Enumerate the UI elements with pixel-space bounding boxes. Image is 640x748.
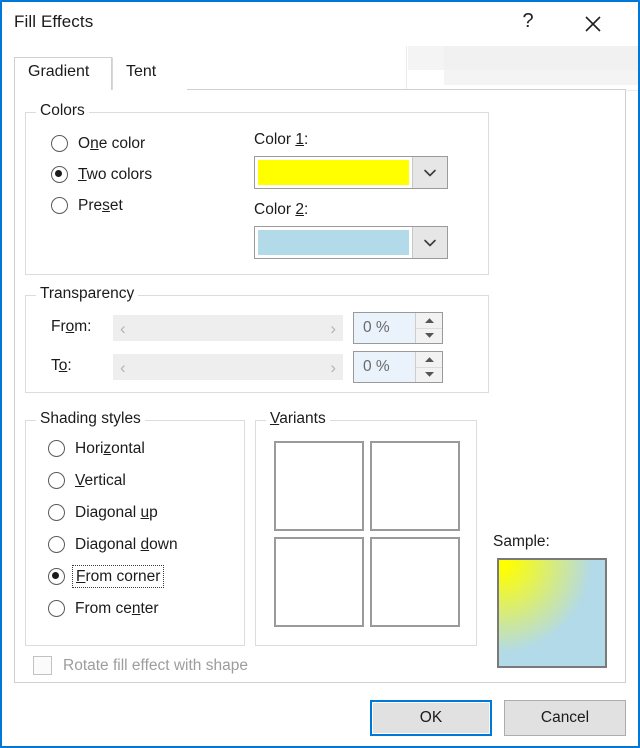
radio-preset[interactable]: Preset — [51, 197, 123, 214]
radio-preset-mark — [51, 197, 68, 214]
radio-horizontal-mark — [48, 440, 65, 457]
chevron-left-icon: ‹ — [120, 318, 126, 338]
radio-diagonal-down-label: Diagonal down — [75, 536, 178, 553]
radio-vertical-mark — [48, 472, 65, 489]
radio-one-color-label: One color — [78, 135, 146, 152]
radio-from-corner-label: From corner — [71, 565, 165, 588]
tab-gradient[interactable]: Gradient — [14, 57, 112, 90]
radio-one-color[interactable]: One color — [51, 135, 145, 152]
rotate-fill-checkbox-row: Rotate fill effect with shape — [33, 656, 248, 675]
variant-bottom-right[interactable] — [370, 537, 460, 627]
fill-effects-dialog: Fill Effects ? Gradient Tent Colors One … — [0, 0, 640, 748]
triangle-up-icon — [424, 356, 434, 362]
variants-group: Variants — [255, 410, 477, 646]
radio-vertical[interactable]: Vertical — [48, 472, 126, 489]
radio-two-colors[interactable]: Two colors — [51, 166, 152, 183]
transparency-from-slider[interactable]: ‹ › — [113, 315, 343, 341]
chevron-down-icon — [424, 239, 436, 246]
shading-styles-group: Shading styles Horizontal Vertical Diago… — [25, 410, 245, 646]
spin-up-button[interactable] — [416, 313, 442, 329]
close-icon — [585, 16, 601, 32]
radio-diagonal-up[interactable]: Diagonal up — [48, 504, 158, 521]
radio-vertical-label: Vertical — [75, 472, 126, 489]
window-title: Fill Effects — [14, 12, 94, 31]
spin-down-button[interactable] — [416, 368, 442, 383]
cancel-button[interactable]: Cancel — [504, 700, 626, 736]
colors-group: Colors One color Two colors Preset Color… — [25, 102, 489, 275]
rotate-fill-label: Rotate fill effect with shape — [63, 656, 248, 674]
transparency-to-spin-buttons[interactable] — [415, 352, 442, 382]
transparency-from-spinbox[interactable]: 0 % — [353, 312, 443, 344]
color2-label: Color 2: — [254, 201, 309, 218]
transparency-from-value: 0 % — [363, 319, 390, 336]
tab-tent[interactable]: Tent — [112, 57, 187, 90]
title-bar: Fill Effects ? — [2, 2, 638, 46]
spin-up-button[interactable] — [416, 352, 442, 368]
color1-label: Color 1: — [254, 131, 309, 148]
close-button[interactable] — [571, 2, 615, 46]
radio-from-corner[interactable]: From corner — [48, 565, 165, 588]
transparency-to-value: 0 % — [363, 358, 390, 375]
radio-from-center-label: From center — [75, 600, 159, 617]
gradient-tab-panel: Colors One color Two colors Preset Color… — [14, 89, 626, 683]
rotate-fill-checkbox — [33, 656, 52, 675]
radio-diagonal-up-label: Diagonal up — [75, 504, 158, 521]
tab-strip: Gradient Tent — [14, 57, 626, 90]
sample-label: Sample: — [493, 533, 550, 550]
color2-dropdown-arrow[interactable] — [412, 227, 447, 258]
radio-diagonal-down-mark — [48, 536, 65, 553]
transparency-from-spin-buttons[interactable] — [415, 313, 442, 343]
radio-diagonal-down[interactable]: Diagonal down — [48, 536, 178, 553]
radio-preset-label: Preset — [78, 197, 123, 214]
triangle-down-icon — [424, 372, 434, 378]
transparency-to-slider[interactable]: ‹ › — [113, 354, 343, 380]
chevron-down-icon — [424, 169, 436, 176]
color1-combobox[interactable] — [254, 156, 448, 189]
color2-swatch — [258, 230, 409, 255]
radio-from-corner-mark — [48, 568, 65, 585]
shading-styles-group-label: Shading styles — [36, 410, 145, 428]
radio-one-color-mark — [51, 135, 68, 152]
triangle-down-icon — [424, 333, 434, 339]
radio-two-colors-label: Two colors — [78, 166, 153, 183]
color1-swatch — [258, 160, 409, 185]
variant-top-left[interactable] — [274, 441, 364, 531]
variants-group-label: Variants — [266, 410, 330, 428]
chevron-right-icon: › — [330, 318, 336, 338]
variant-bottom-left[interactable] — [274, 537, 364, 627]
transparency-to-spinbox[interactable]: 0 % — [353, 351, 443, 383]
color1-dropdown-arrow[interactable] — [412, 157, 447, 188]
sample-preview — [497, 558, 607, 668]
radio-two-colors-mark — [51, 166, 68, 183]
chevron-left-icon: ‹ — [120, 357, 126, 377]
help-button[interactable] — [506, 2, 550, 46]
radio-from-center-mark — [48, 600, 65, 617]
radio-diagonal-up-mark — [48, 504, 65, 521]
transparency-group-label: Transparency — [36, 285, 139, 303]
transparency-from-label: From: — [51, 318, 92, 335]
transparency-to-label: To: — [51, 357, 72, 374]
radio-horizontal-label: Horizontal — [75, 440, 145, 457]
ok-button[interactable]: OK — [370, 700, 492, 736]
colors-group-label: Colors — [36, 102, 89, 120]
variant-top-right[interactable] — [370, 441, 460, 531]
transparency-group: Transparency From: ‹ › 0 % To: ‹ › 0 % — [25, 285, 489, 393]
radio-from-center[interactable]: From center — [48, 600, 159, 617]
radio-horizontal[interactable]: Horizontal — [48, 440, 145, 457]
triangle-up-icon — [424, 317, 434, 323]
color2-combobox[interactable] — [254, 226, 448, 259]
chevron-right-icon: › — [330, 357, 336, 377]
spin-down-button[interactable] — [416, 329, 442, 344]
